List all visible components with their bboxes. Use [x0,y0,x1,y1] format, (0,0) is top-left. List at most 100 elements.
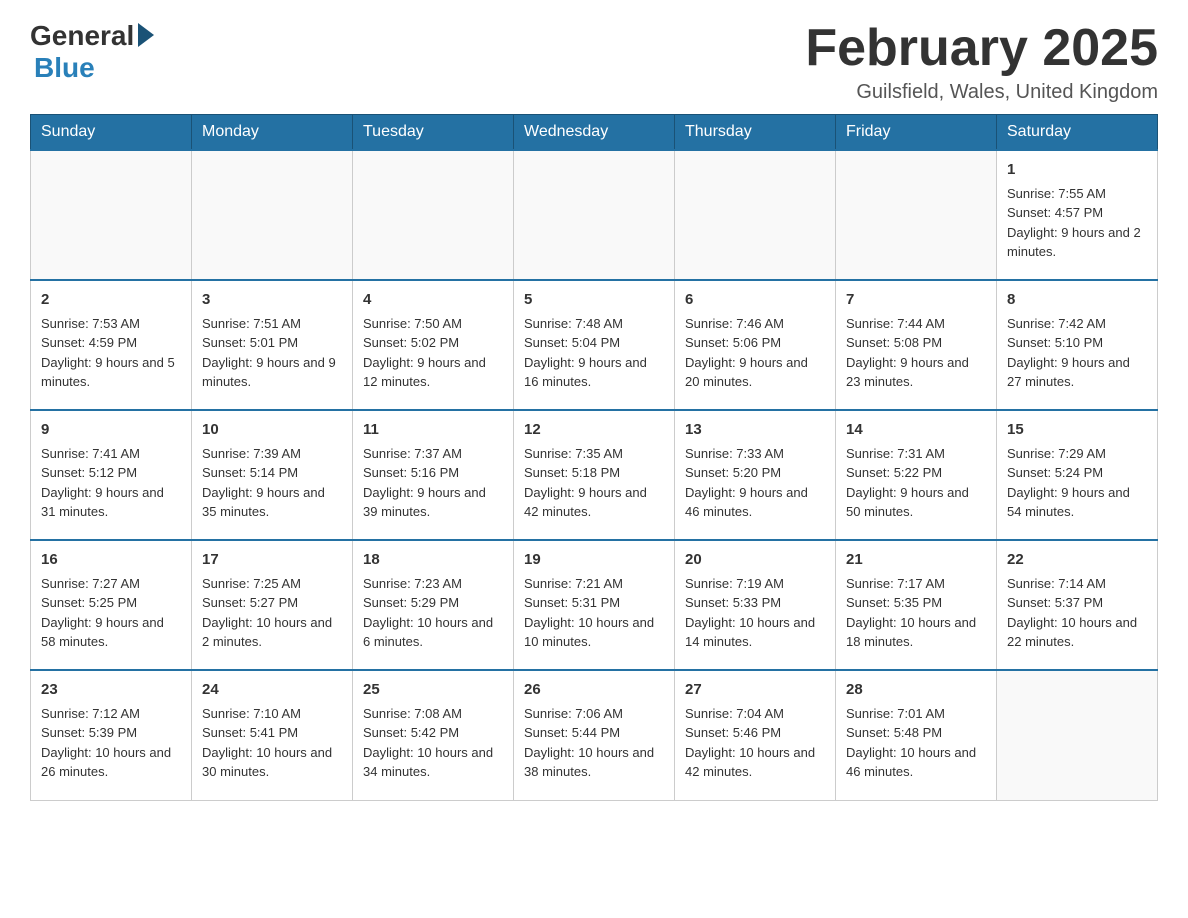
calendar-cell: 1Sunrise: 7:55 AM Sunset: 4:57 PM Daylig… [997,150,1158,280]
day-number: 11 [363,419,503,442]
day-info: Sunrise: 7:53 AM Sunset: 4:59 PM Dayligh… [41,314,181,392]
calendar-cell: 9Sunrise: 7:41 AM Sunset: 5:12 PM Daylig… [31,410,192,540]
logo-arrow-icon [138,23,154,47]
day-info: Sunrise: 7:12 AM Sunset: 5:39 PM Dayligh… [41,704,181,782]
day-number: 1 [1007,159,1147,182]
calendar-cell: 19Sunrise: 7:21 AM Sunset: 5:31 PM Dayli… [514,540,675,670]
day-number: 5 [524,289,664,312]
day-info: Sunrise: 7:21 AM Sunset: 5:31 PM Dayligh… [524,574,664,652]
calendar-cell: 10Sunrise: 7:39 AM Sunset: 5:14 PM Dayli… [192,410,353,540]
calendar-cell: 4Sunrise: 7:50 AM Sunset: 5:02 PM Daylig… [353,280,514,410]
month-title: February 2025 [805,20,1158,77]
calendar-week-row: 16Sunrise: 7:27 AM Sunset: 5:25 PM Dayli… [31,540,1158,670]
day-info: Sunrise: 7:39 AM Sunset: 5:14 PM Dayligh… [202,444,342,522]
day-number: 27 [685,679,825,702]
day-info: Sunrise: 7:46 AM Sunset: 5:06 PM Dayligh… [685,314,825,392]
location-subtitle: Guilsfield, Wales, United Kingdom [805,81,1158,104]
day-number: 24 [202,679,342,702]
calendar-table: SundayMondayTuesdayWednesdayThursdayFrid… [30,114,1158,801]
weekday-header-friday: Friday [836,115,997,151]
day-info: Sunrise: 7:48 AM Sunset: 5:04 PM Dayligh… [524,314,664,392]
calendar-cell: 5Sunrise: 7:48 AM Sunset: 5:04 PM Daylig… [514,280,675,410]
calendar-week-row: 23Sunrise: 7:12 AM Sunset: 5:39 PM Dayli… [31,670,1158,800]
calendar-cell: 24Sunrise: 7:10 AM Sunset: 5:41 PM Dayli… [192,670,353,800]
calendar-header: SundayMondayTuesdayWednesdayThursdayFrid… [31,115,1158,151]
calendar-cell: 3Sunrise: 7:51 AM Sunset: 5:01 PM Daylig… [192,280,353,410]
day-info: Sunrise: 7:27 AM Sunset: 5:25 PM Dayligh… [41,574,181,652]
calendar-cell: 21Sunrise: 7:17 AM Sunset: 5:35 PM Dayli… [836,540,997,670]
calendar-cell: 26Sunrise: 7:06 AM Sunset: 5:44 PM Dayli… [514,670,675,800]
calendar-cell [514,150,675,280]
calendar-cell: 18Sunrise: 7:23 AM Sunset: 5:29 PM Dayli… [353,540,514,670]
calendar-cell: 17Sunrise: 7:25 AM Sunset: 5:27 PM Dayli… [192,540,353,670]
day-info: Sunrise: 7:19 AM Sunset: 5:33 PM Dayligh… [685,574,825,652]
title-section: February 2025 Guilsfield, Wales, United … [805,20,1158,104]
day-info: Sunrise: 7:51 AM Sunset: 5:01 PM Dayligh… [202,314,342,392]
weekday-header-sunday: Sunday [31,115,192,151]
day-number: 23 [41,679,181,702]
page-header: General Blue February 2025 Guilsfield, W… [30,20,1158,104]
calendar-cell: 14Sunrise: 7:31 AM Sunset: 5:22 PM Dayli… [836,410,997,540]
calendar-cell: 23Sunrise: 7:12 AM Sunset: 5:39 PM Dayli… [31,670,192,800]
day-info: Sunrise: 7:55 AM Sunset: 4:57 PM Dayligh… [1007,184,1147,262]
day-info: Sunrise: 7:42 AM Sunset: 5:10 PM Dayligh… [1007,314,1147,392]
day-number: 3 [202,289,342,312]
weekday-header-thursday: Thursday [675,115,836,151]
calendar-week-row: 2Sunrise: 7:53 AM Sunset: 4:59 PM Daylig… [31,280,1158,410]
calendar-week-row: 9Sunrise: 7:41 AM Sunset: 5:12 PM Daylig… [31,410,1158,540]
calendar-cell: 2Sunrise: 7:53 AM Sunset: 4:59 PM Daylig… [31,280,192,410]
logo-general-text: General [30,20,134,52]
day-number: 18 [363,549,503,572]
weekday-header-monday: Monday [192,115,353,151]
day-number: 12 [524,419,664,442]
day-number: 14 [846,419,986,442]
calendar-cell [997,670,1158,800]
day-info: Sunrise: 7:25 AM Sunset: 5:27 PM Dayligh… [202,574,342,652]
calendar-cell: 15Sunrise: 7:29 AM Sunset: 5:24 PM Dayli… [997,410,1158,540]
day-info: Sunrise: 7:14 AM Sunset: 5:37 PM Dayligh… [1007,574,1147,652]
day-info: Sunrise: 7:01 AM Sunset: 5:48 PM Dayligh… [846,704,986,782]
logo: General Blue [30,20,154,84]
day-info: Sunrise: 7:04 AM Sunset: 5:46 PM Dayligh… [685,704,825,782]
day-info: Sunrise: 7:23 AM Sunset: 5:29 PM Dayligh… [363,574,503,652]
calendar-cell: 7Sunrise: 7:44 AM Sunset: 5:08 PM Daylig… [836,280,997,410]
day-number: 20 [685,549,825,572]
weekday-header-wednesday: Wednesday [514,115,675,151]
day-info: Sunrise: 7:50 AM Sunset: 5:02 PM Dayligh… [363,314,503,392]
weekday-header-row: SundayMondayTuesdayWednesdayThursdayFrid… [31,115,1158,151]
day-number: 7 [846,289,986,312]
calendar-cell [31,150,192,280]
calendar-cell: 22Sunrise: 7:14 AM Sunset: 5:37 PM Dayli… [997,540,1158,670]
calendar-cell: 12Sunrise: 7:35 AM Sunset: 5:18 PM Dayli… [514,410,675,540]
calendar-cell: 8Sunrise: 7:42 AM Sunset: 5:10 PM Daylig… [997,280,1158,410]
calendar-cell: 28Sunrise: 7:01 AM Sunset: 5:48 PM Dayli… [836,670,997,800]
day-info: Sunrise: 7:41 AM Sunset: 5:12 PM Dayligh… [41,444,181,522]
day-number: 13 [685,419,825,442]
day-info: Sunrise: 7:17 AM Sunset: 5:35 PM Dayligh… [846,574,986,652]
day-number: 17 [202,549,342,572]
calendar-cell [353,150,514,280]
day-info: Sunrise: 7:31 AM Sunset: 5:22 PM Dayligh… [846,444,986,522]
logo-blue-text: Blue [34,52,95,84]
day-number: 28 [846,679,986,702]
calendar-cell: 13Sunrise: 7:33 AM Sunset: 5:20 PM Dayli… [675,410,836,540]
calendar-cell: 16Sunrise: 7:27 AM Sunset: 5:25 PM Dayli… [31,540,192,670]
calendar-cell: 27Sunrise: 7:04 AM Sunset: 5:46 PM Dayli… [675,670,836,800]
day-info: Sunrise: 7:10 AM Sunset: 5:41 PM Dayligh… [202,704,342,782]
day-number: 25 [363,679,503,702]
weekday-header-tuesday: Tuesday [353,115,514,151]
weekday-header-saturday: Saturday [997,115,1158,151]
calendar-cell: 25Sunrise: 7:08 AM Sunset: 5:42 PM Dayli… [353,670,514,800]
calendar-body: 1Sunrise: 7:55 AM Sunset: 4:57 PM Daylig… [31,150,1158,800]
day-info: Sunrise: 7:06 AM Sunset: 5:44 PM Dayligh… [524,704,664,782]
day-info: Sunrise: 7:08 AM Sunset: 5:42 PM Dayligh… [363,704,503,782]
day-number: 9 [41,419,181,442]
day-number: 4 [363,289,503,312]
day-number: 8 [1007,289,1147,312]
day-number: 21 [846,549,986,572]
calendar-cell: 6Sunrise: 7:46 AM Sunset: 5:06 PM Daylig… [675,280,836,410]
day-number: 22 [1007,549,1147,572]
day-number: 15 [1007,419,1147,442]
day-number: 16 [41,549,181,572]
day-number: 26 [524,679,664,702]
